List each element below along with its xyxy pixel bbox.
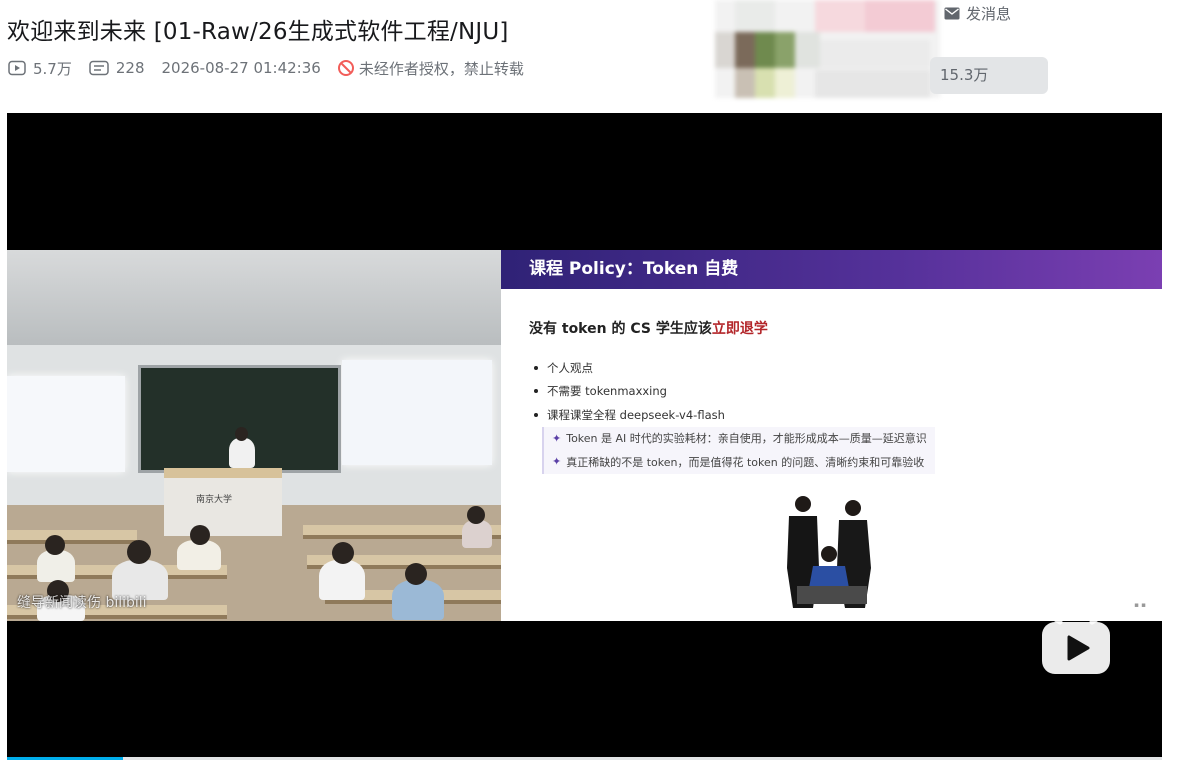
sparkle-icon: ✦ xyxy=(552,455,562,469)
danmaku-count-value: 228 xyxy=(115,59,145,77)
slide-page-number: ▪ ▪ xyxy=(1134,601,1146,609)
no-repost-icon xyxy=(337,60,354,76)
video-meta: 5.7万 228 2026-08-27 01:42:36 未经作者授权，禁止转载 xyxy=(8,57,524,79)
slide-bullet: 个人观点 xyxy=(534,356,935,380)
send-message-button[interactable]: 发消息 xyxy=(944,3,1011,24)
follower-count: 15.3万 xyxy=(940,66,989,84)
sparkle-icon: ✦ xyxy=(552,431,562,445)
bilibili-watermark: 缝导新闻读伤 bilibili xyxy=(17,595,147,611)
video-title: 欢迎来到未来 [01-Raw/26生成式软件工程/NJU] xyxy=(7,19,509,45)
publish-datetime: 2026-08-27 01:42:36 xyxy=(161,59,321,77)
slide-highlight: ✦ 真正稀缺的不是 token，而是值得花 token 的问题、清晰约束和可靠验收 xyxy=(542,450,935,474)
video-progress-fill xyxy=(7,757,123,760)
slide-bullet: 课程课堂全程 deepseek-v4-flash xyxy=(534,403,935,427)
slide-heading-emphasis: 立即退学 xyxy=(711,321,768,337)
play-count-icon xyxy=(8,60,26,76)
slide-heading-text: 没有 token 的 CS 学生应该 xyxy=(529,321,712,337)
slide-highlight: ✦ Token 是 AI 时代的实验耗材：亲自使用，才能形成成本—质量—延迟意识 xyxy=(542,426,935,450)
slide-title: 课程 Policy：Token 自费 xyxy=(501,250,1162,289)
copyright-notice-text: 未经作者授权，禁止转载 xyxy=(358,59,524,78)
mail-icon xyxy=(944,7,960,20)
danmaku-icon xyxy=(89,60,109,76)
view-count-value: 5.7万 xyxy=(33,59,72,78)
slide-heading: 没有 token 的 CS 学生应该立即退学 xyxy=(529,318,768,338)
lecture-slide: 课程 Policy：Token 自费 没有 token 的 CS 学生应该立即退… xyxy=(501,250,1162,621)
team-photo xyxy=(787,496,871,608)
play-icon[interactable] xyxy=(1038,606,1114,676)
slide-bullet: 不需要 tokenmaxxing xyxy=(534,380,935,404)
video-player[interactable]: 南京大学 缝导新闻读伤 bilibili 课程 Policy：Token 自费 … xyxy=(7,113,1162,758)
uploader-info-blurred xyxy=(715,0,940,98)
copyright-notice: 未经作者授权，禁止转载 xyxy=(337,58,524,79)
send-message-label: 发消息 xyxy=(966,5,1012,23)
video-progress-bar[interactable] xyxy=(7,757,1162,760)
projector-screen-left xyxy=(7,376,125,472)
projector-screen-right xyxy=(342,360,492,465)
view-count: 5.7万 xyxy=(8,58,72,79)
follow-button[interactable]: 15.3万 xyxy=(930,57,1048,94)
danmaku-count: 228 xyxy=(89,59,145,77)
podium-text: 南京大学 xyxy=(196,495,233,505)
classroom-camera-feed: 南京大学 缝导新闻读伤 bilibili xyxy=(7,250,501,621)
slide-bullet-list: 个人观点 不需要 tokenmaxxing 课程课堂全程 deepseek-v4… xyxy=(534,356,935,474)
